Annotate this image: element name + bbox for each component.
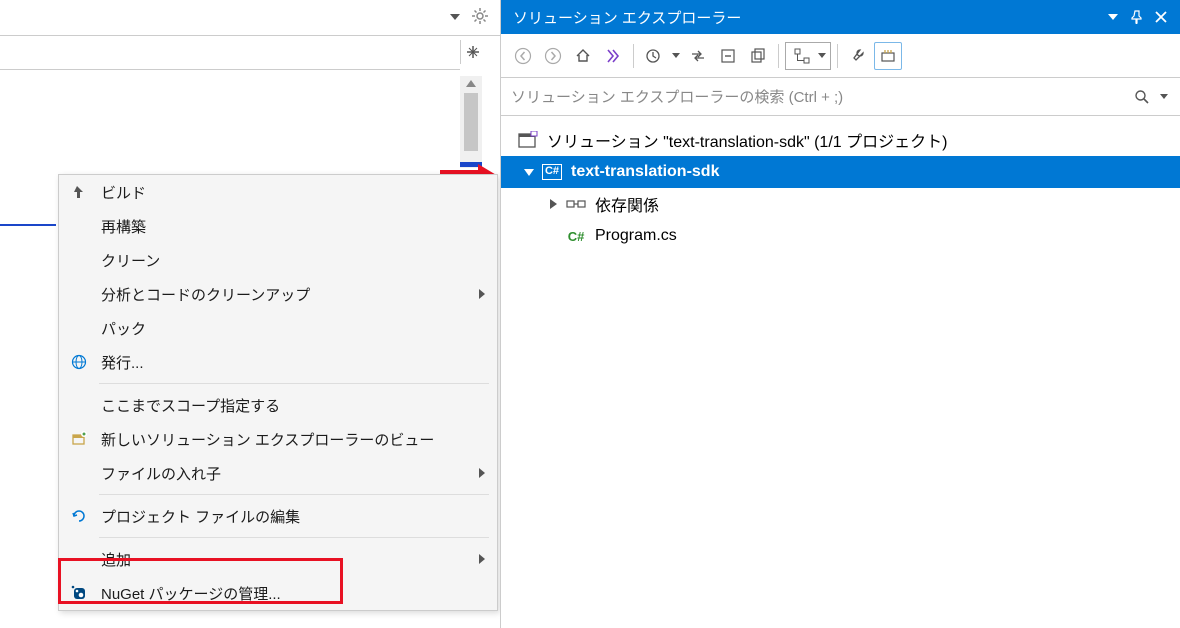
- search-dropdown-icon[interactable]: [1158, 85, 1170, 109]
- menu-clean-label: クリーン: [101, 250, 485, 271]
- submenu-arrow-icon: [479, 554, 485, 564]
- toolbar-separator: [633, 44, 634, 68]
- blank-icon: [67, 214, 91, 238]
- tree-project-node[interactable]: C# text-translation-sdk: [501, 156, 1180, 188]
- tree-view-mode-group: [785, 42, 831, 70]
- pending-changes-button[interactable]: [640, 42, 668, 70]
- blank-icon: [67, 393, 91, 417]
- menu-new-explorer-view-label: 新しいソリューション エクスプローラーのビュー: [101, 429, 485, 450]
- panel-toolbar: [501, 34, 1180, 78]
- split-view-icon[interactable]: [460, 40, 484, 64]
- menu-new-explorer-view[interactable]: 新しいソリューション エクスプローラーのビュー: [59, 422, 497, 456]
- blank-icon: [67, 461, 91, 485]
- solution-tree: ソリューション "text-translation-sdk" (1/1 プロジェ…: [501, 116, 1180, 252]
- menu-file-nesting-label: ファイルの入れ子: [101, 463, 479, 484]
- vertical-scrollbar[interactable]: [460, 76, 482, 168]
- solution-icon: [517, 129, 539, 151]
- toolbar-separator: [778, 44, 779, 68]
- tree-dependencies-label: 依存関係: [595, 192, 659, 216]
- menu-pack-label: パック: [101, 318, 485, 339]
- dropdown-icon[interactable]: [670, 42, 682, 70]
- new-window-icon: [67, 427, 91, 451]
- menu-clean[interactable]: クリーン: [59, 243, 497, 277]
- menu-edit-project[interactable]: プロジェクト ファイルの編集: [59, 499, 497, 533]
- blank-icon: [67, 547, 91, 571]
- blank-icon: [67, 316, 91, 340]
- tree-file-label: Program.cs: [595, 227, 677, 245]
- scroll-up-arrow-icon[interactable]: [466, 80, 476, 87]
- dropdown-icon[interactable]: [816, 42, 828, 70]
- show-all-files-button[interactable]: [744, 42, 772, 70]
- gear-icon[interactable]: [472, 8, 490, 26]
- toolbar-separator: [837, 44, 838, 68]
- search-icon[interactable]: [1130, 85, 1154, 109]
- switch-views-button[interactable]: [599, 42, 627, 70]
- menu-build[interactable]: ビルド: [59, 175, 497, 209]
- tree-project-label: text-translation-sdk: [571, 163, 719, 181]
- menu-scope[interactable]: ここまでスコープ指定する: [59, 388, 497, 422]
- menu-add-label: 追加: [101, 549, 479, 570]
- back-button[interactable]: [509, 42, 537, 70]
- menu-publish[interactable]: 発行...: [59, 345, 497, 379]
- pin-icon[interactable]: [1126, 6, 1148, 28]
- panel-title-text: ソリューション エクスプローラー: [513, 7, 1100, 28]
- menu-separator: [99, 494, 489, 495]
- menu-pack[interactable]: パック: [59, 311, 497, 345]
- menu-build-label: ビルド: [101, 182, 485, 203]
- menu-nuget-label: NuGet パッケージの管理...: [101, 583, 485, 604]
- tree-mode-button[interactable]: [788, 42, 816, 70]
- tree-solution-label: ソリューション "text-translation-sdk" (1/1 プロジェ…: [547, 128, 947, 152]
- scroll-thumb[interactable]: [464, 93, 478, 151]
- panel-dropdown-icon[interactable]: [1102, 6, 1124, 28]
- blank-icon: [67, 248, 91, 272]
- menu-separator: [99, 383, 489, 384]
- panel-titlebar[interactable]: ソリューション エクスプローラー: [501, 0, 1180, 34]
- menu-add[interactable]: 追加: [59, 542, 497, 576]
- search-placeholder: ソリューション エクスプローラーの検索 (Ctrl + ;): [511, 86, 1130, 107]
- tree-solution-node[interactable]: ソリューション "text-translation-sdk" (1/1 プロジェ…: [501, 124, 1180, 156]
- tree-file-node[interactable]: C# Program.cs: [501, 220, 1180, 252]
- menu-nuget[interactable]: NuGet パッケージの管理...: [59, 576, 497, 610]
- expander-open-icon[interactable]: [521, 164, 537, 180]
- dependencies-icon: [565, 193, 587, 215]
- expander-closed-icon[interactable]: [545, 196, 561, 212]
- menu-rebuild[interactable]: 再構築: [59, 209, 497, 243]
- menu-analysis[interactable]: 分析とコードのクリーンアップ: [59, 277, 497, 311]
- editor-top-strip: [0, 0, 500, 36]
- preview-selected-button[interactable]: [874, 42, 902, 70]
- project-context-menu: ビルド 再構築 クリーン 分析とコードのクリーンアップ パック 発行... ここ…: [58, 174, 498, 611]
- dropdown-chevron-icon[interactable]: [446, 8, 464, 26]
- edit-arrow-icon: [67, 504, 91, 528]
- menu-separator: [99, 537, 489, 538]
- menu-edit-project-label: プロジェクト ファイルの編集: [101, 506, 485, 527]
- sync-button[interactable]: [684, 42, 712, 70]
- properties-button[interactable]: [844, 42, 872, 70]
- editor-highlight-bar: [0, 224, 56, 226]
- home-button[interactable]: [569, 42, 597, 70]
- tree-dependencies-node[interactable]: 依存関係: [501, 188, 1180, 220]
- menu-rebuild-label: 再構築: [101, 216, 485, 237]
- close-icon[interactable]: [1150, 6, 1172, 28]
- menu-analysis-label: 分析とコードのクリーンアップ: [101, 284, 479, 305]
- editor-tab-strip[interactable]: [0, 36, 460, 70]
- csharp-project-icon: C#: [541, 161, 563, 183]
- csharp-file-icon: C#: [565, 225, 587, 247]
- nuget-icon: [67, 581, 91, 605]
- forward-button[interactable]: [539, 42, 567, 70]
- menu-file-nesting[interactable]: ファイルの入れ子: [59, 456, 497, 490]
- collapse-all-button[interactable]: [714, 42, 742, 70]
- build-icon: [67, 180, 91, 204]
- submenu-arrow-icon: [479, 468, 485, 478]
- blank-icon: [67, 282, 91, 306]
- globe-icon: [67, 350, 91, 374]
- submenu-arrow-icon: [479, 289, 485, 299]
- solution-explorer-search[interactable]: ソリューション エクスプローラーの検索 (Ctrl + ;): [501, 78, 1180, 116]
- solution-explorer-panel: ソリューション エクスプローラー: [500, 0, 1180, 628]
- menu-publish-label: 発行...: [101, 352, 485, 373]
- menu-scope-label: ここまでスコープ指定する: [101, 395, 485, 416]
